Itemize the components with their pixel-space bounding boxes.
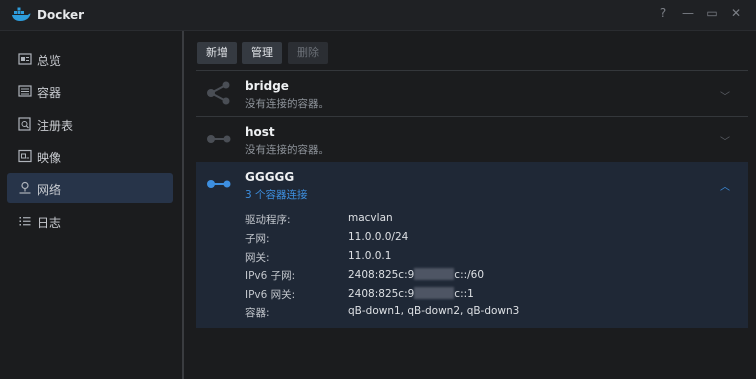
sidebar-item-label: 映像	[37, 151, 62, 165]
network-icon	[19, 181, 31, 194]
help-button[interactable]: ?	[655, 6, 671, 20]
title-bar: Docker ? — ▭ ✕	[0, 0, 756, 31]
delete-button[interactable]: 删除	[288, 42, 328, 64]
chevron-down-icon[interactable]: ﹀	[720, 88, 730, 103]
network-name: host	[245, 125, 275, 139]
sidebar-item-logs[interactable]: 日志	[7, 206, 173, 236]
close-button[interactable]: ✕	[728, 6, 744, 20]
network-name: bridge	[245, 79, 289, 93]
network-status: 没有连接的容器。	[245, 144, 329, 156]
sidebar-item-label: 容器	[37, 86, 62, 100]
overview-icon	[18, 53, 32, 65]
image-icon	[18, 149, 32, 163]
network-name: GGGGG	[245, 170, 295, 184]
minimize-button[interactable]: —	[680, 6, 696, 20]
network-item-host[interactable]: host 没有连接的容器。 ﹀	[196, 117, 748, 161]
registry-search-icon	[18, 117, 31, 131]
value-suffix: c::/60	[454, 269, 485, 281]
detail-value-ipv6-gateway: 2408:825c:9 c::1	[348, 287, 474, 300]
maximize-button[interactable]: ▭	[704, 6, 720, 20]
sidebar-item-label: 日志	[37, 216, 62, 230]
host-network-icon	[207, 135, 231, 143]
container-list-icon	[18, 85, 32, 97]
detail-value-subnet: 11.0.0.0/24	[348, 231, 409, 243]
network-status: 没有连接的容器。	[245, 98, 329, 110]
redacted-blur	[414, 268, 455, 280]
network-item-bridge[interactable]: bridge 没有连接的容器。 ﹀	[196, 71, 748, 116]
sidebar-item-label: 注册表	[37, 119, 74, 133]
docker-logo-icon	[12, 7, 31, 21]
macvlan-network-icon	[207, 180, 231, 188]
sidebar-item-overview[interactable]: 总览	[7, 44, 173, 74]
sidebar-item-label: 网络	[37, 183, 62, 197]
detail-value-containers: qB-down1, qB-down2, qB-down3	[348, 305, 520, 317]
detail-label-subnet: 子网:	[245, 233, 270, 245]
sidebar: 总览 容器 注册表 映像 网络 日志	[0, 31, 182, 379]
detail-label-driver: 驱动程序:	[245, 214, 291, 226]
value-prefix: 2408:825c:9	[348, 269, 415, 281]
value-prefix: 2408:825c:9	[348, 288, 415, 300]
manage-button[interactable]: 管理	[242, 42, 282, 64]
log-list-icon	[19, 217, 31, 226]
value-suffix: c::1	[454, 288, 474, 300]
detail-value-driver: macvlan	[348, 212, 393, 224]
redacted-blur	[414, 287, 455, 299]
detail-value-gateway: 11.0.0.1	[348, 250, 392, 262]
chevron-down-icon[interactable]: ﹀	[720, 133, 730, 148]
sidebar-item-containers[interactable]: 容器	[7, 76, 173, 106]
network-item-ggggg[interactable]: GGGGG 3 个容器连接 ︿ 驱动程序: macvlan 子网: 11.0.0…	[196, 162, 748, 328]
detail-label-containers: 容器:	[245, 307, 270, 319]
sidebar-item-network[interactable]: 网络	[7, 173, 173, 203]
detail-label-ipv6-subnet: IPv6 子网:	[245, 270, 296, 282]
add-button[interactable]: 新增	[197, 42, 237, 64]
detail-value-ipv6-subnet: 2408:825c:9 c::/60	[348, 268, 484, 281]
sidebar-item-registry[interactable]: 注册表	[7, 109, 173, 139]
chevron-up-icon[interactable]: ︿	[720, 178, 730, 193]
sidebar-item-label: 总览	[37, 54, 62, 68]
detail-label-gateway: 网关:	[245, 252, 270, 264]
sidebar-divider	[182, 31, 184, 379]
app-title: Docker	[37, 8, 85, 22]
network-status[interactable]: 3 个容器连接	[245, 187, 308, 202]
detail-label-ipv6-gateway: IPv6 网关:	[245, 289, 296, 301]
bridge-network-icon	[207, 81, 230, 105]
sidebar-item-images[interactable]: 映像	[7, 141, 173, 171]
